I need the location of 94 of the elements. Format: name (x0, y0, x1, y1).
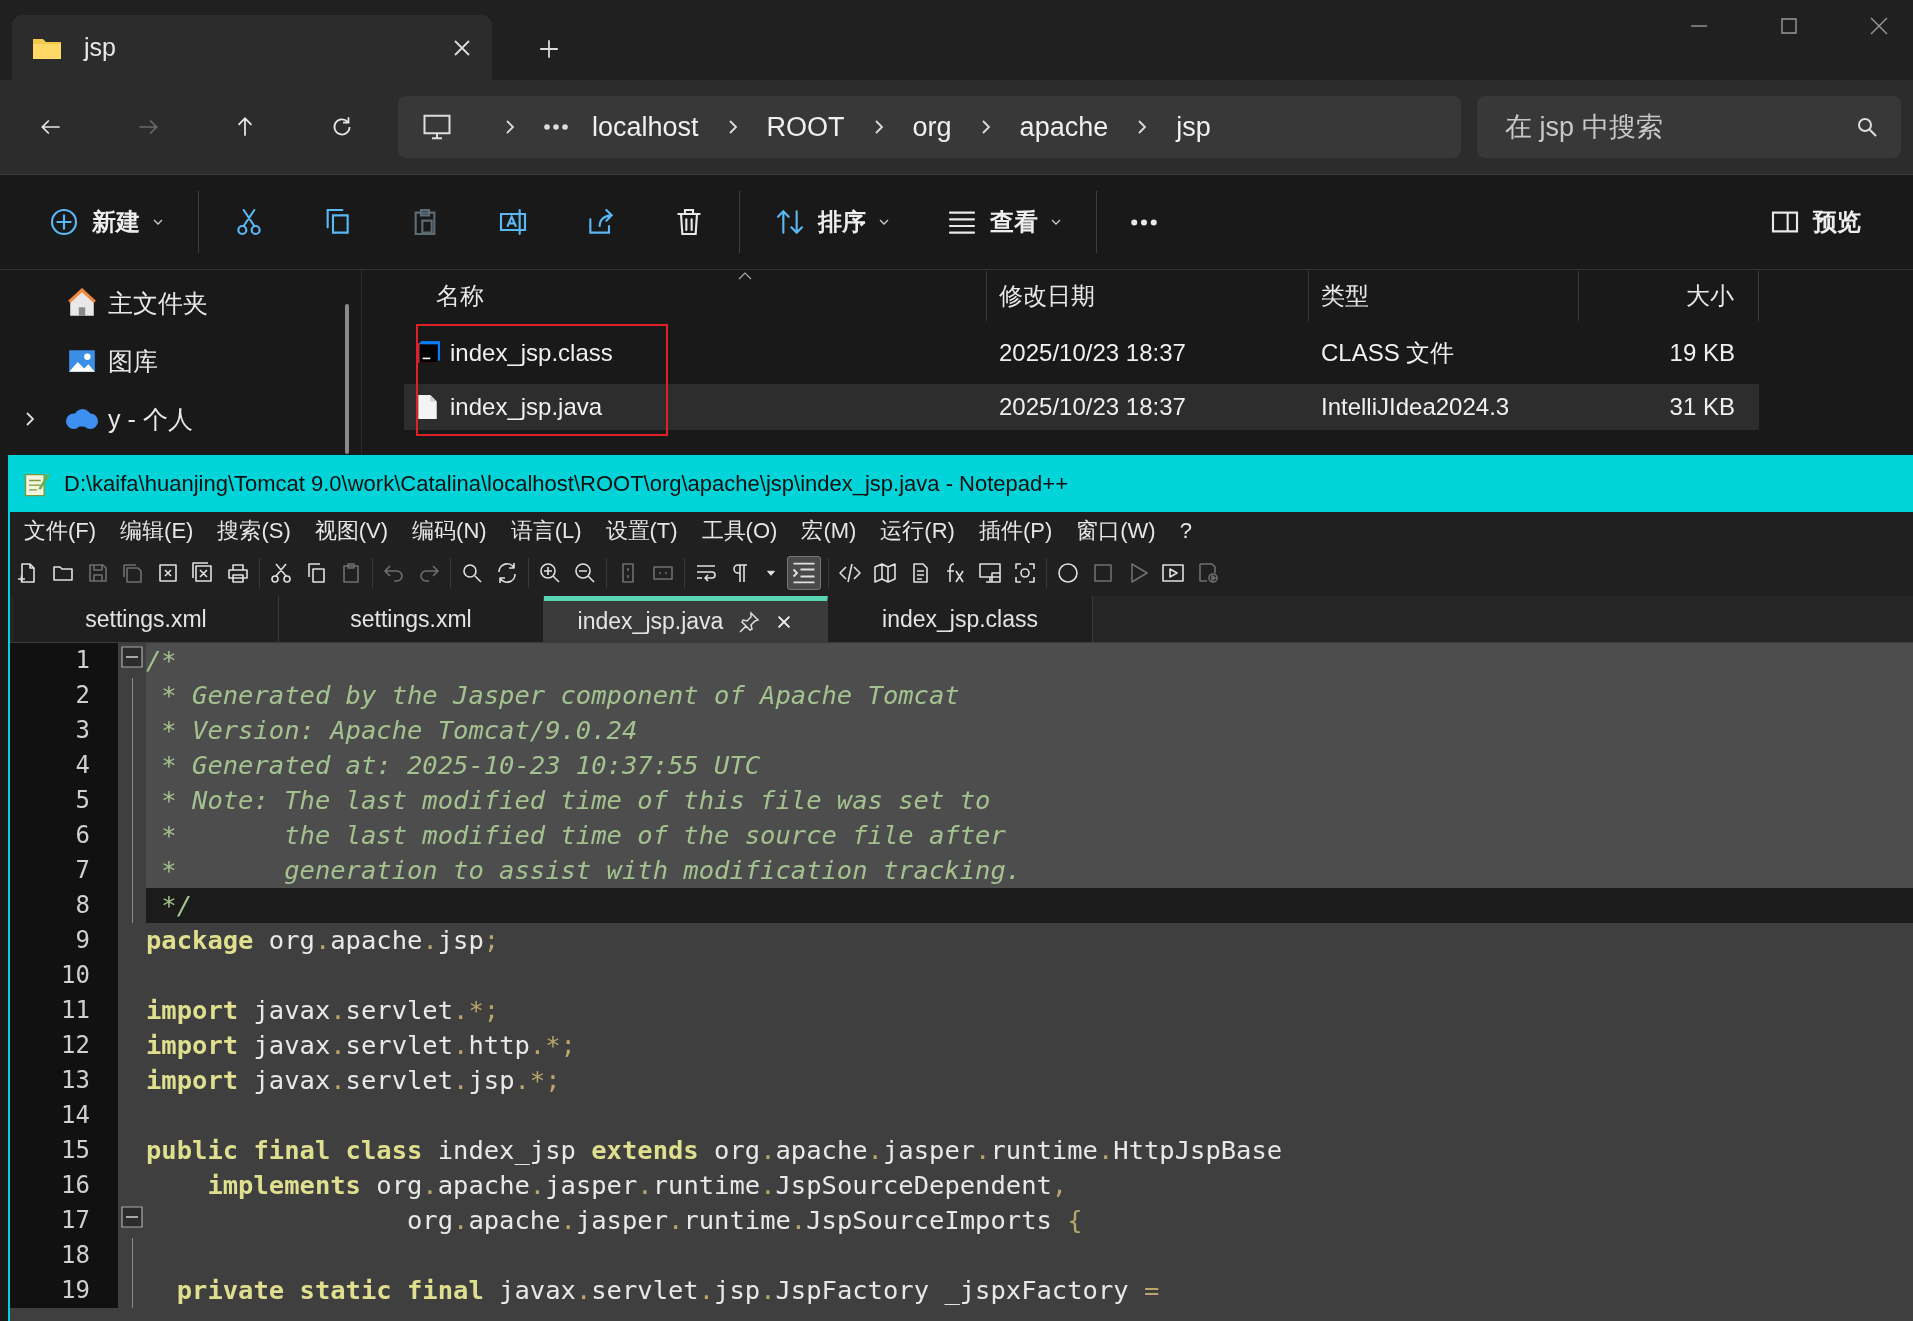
code-line: org.apache.jasper.runtime.JspSourceImports { (406, 1204, 1084, 1237)
menu-item[interactable]: 编码(N) (412, 516, 487, 546)
search-field[interactable]: 在 jsp 中搜索 (1477, 96, 1901, 158)
toolbar-button[interactable]: 预览 (1741, 194, 1889, 250)
new-tab-icon[interactable] (538, 38, 560, 60)
menu-item[interactable]: 窗口(W) (1076, 516, 1156, 546)
code-line: import javax.servlet.jsp.*; (146, 1064, 562, 1097)
menu-item[interactable]: 设置(T) (605, 516, 678, 546)
breadcrumb-item[interactable]: apache (1019, 111, 1109, 143)
file-row[interactable]: index_jsp.java 2025/10/23 18:37 IntelliJIdea2024.3 31 KB (404, 384, 1759, 430)
line-number: 18 (10, 1238, 118, 1273)
file-date: 2025/10/23 18:37 (998, 393, 1187, 421)
file-size: 31 KB (1668, 393, 1736, 421)
toolbar-button[interactable]: 查看 (918, 194, 1090, 250)
menu-item[interactable]: 插件(P) (978, 516, 1053, 546)
column-header[interactable]: 大小 (1579, 271, 1759, 321)
cloud-icon (66, 409, 98, 429)
fold-toggle-icon[interactable] (121, 646, 143, 668)
sidebar-item[interactable]: y - 个人 (0, 390, 361, 448)
menu-item[interactable]: 运行(R) (880, 516, 955, 546)
maximize-icon[interactable] (1779, 16, 1799, 36)
file-tab[interactable]: settings.xml (279, 596, 544, 642)
pin-icon[interactable] (737, 609, 762, 634)
caret-icon (878, 218, 890, 226)
line-number: 14 (10, 1098, 118, 1133)
breadcrumb-item[interactable]: jsp (1176, 111, 1211, 143)
indent-guide-icon[interactable] (787, 556, 821, 590)
line-number: 8 (10, 888, 118, 923)
breadcrumb-item[interactable]: localhost (592, 111, 699, 143)
caret-icon (1050, 218, 1062, 226)
more-icon (1131, 218, 1157, 226)
column-header[interactable]: 类型 (1309, 271, 1579, 321)
rename-icon (497, 206, 529, 238)
line-number: 1 (10, 643, 118, 678)
menu-item[interactable]: ? (1179, 518, 1192, 544)
code-line: import javax.servlet.http.*; (146, 1029, 577, 1062)
code-line: public final class index_jsp extends org.apache.jasper.runtime.HttpJspBase (146, 1134, 1284, 1167)
line-number: 10 (10, 958, 118, 993)
menu-item[interactable]: 语言(L) (510, 516, 582, 546)
line-number: 11 (10, 993, 118, 1028)
line-number: 13 (10, 1063, 118, 1098)
line-number: 2 (10, 678, 118, 713)
menu-item[interactable]: 编辑(E) (120, 516, 194, 546)
file-size: 19 KB (1668, 339, 1736, 367)
menu-item[interactable]: 视图(V) (314, 516, 389, 546)
line-number: 5 (10, 783, 118, 818)
file-tab[interactable]: index_jsp.class (828, 596, 1093, 642)
menu-item[interactable]: 宏(M) (801, 516, 857, 546)
toolbar-button[interactable]: 排序 (746, 194, 918, 250)
close-icon[interactable] (1869, 16, 1889, 36)
search-icon (1855, 115, 1879, 139)
column-header[interactable]: 名称 (404, 271, 987, 321)
file-name: index_jsp.java (450, 393, 603, 421)
menu-item[interactable]: 工具(O) (701, 516, 778, 546)
line-number: 3 (10, 713, 118, 748)
caret-icon (152, 218, 164, 226)
sort-indicator-icon (738, 272, 752, 280)
file-name: index_jsp.class (450, 339, 613, 367)
tab-title: jsp (84, 33, 117, 62)
line-number: 7 (10, 853, 118, 888)
line-number: 16 (10, 1168, 118, 1203)
menu-item[interactable]: 搜索(S) (217, 516, 291, 546)
more-icon[interactable] (544, 123, 568, 131)
code-line: package org.apache.jsp; (146, 924, 501, 957)
house-icon (66, 288, 98, 318)
line-number: 15 (10, 1133, 118, 1168)
toolbar-button[interactable]: 新建 (20, 194, 192, 250)
code-line: import javax.servlet.*; (146, 994, 501, 1027)
breadcrumb-item[interactable]: ROOT (766, 111, 845, 143)
fold-toggle-icon[interactable] (121, 1206, 143, 1228)
window-title: D:\kaifa\huanjing\Tomcat 9.0\work\Catalina\localhost\ROOT\org\apache\jsp\index_jsp.java - Notepad++ (64, 470, 1068, 497)
explorer-tab[interactable]: jsp (12, 15, 492, 80)
file-date: 2025/10/23 18:37 (998, 339, 1187, 367)
sidebar-item[interactable]: 主文件夹 (0, 274, 361, 332)
code-line: private static final javax.servlet.jsp.JspFactory _jspxFactory = (175, 1274, 1161, 1307)
address-bar[interactable]: localhost ROOT org apache jsp (398, 96, 1461, 158)
file-row[interactable]: index_jsp.class 2025/10/23 18:37 CLASS 文件 19 KB (404, 330, 1759, 376)
line-number: 4 (10, 748, 118, 783)
column-header[interactable]: 修改日期 (987, 271, 1309, 321)
close-icon[interactable] (452, 37, 472, 58)
monitor-icon (422, 112, 452, 142)
file-type: CLASS 文件 (1320, 338, 1456, 368)
code-line: implements org.apache.jasper.runtime.JspSourceDependent, (206, 1169, 1069, 1202)
line-number: 17 (10, 1203, 118, 1238)
line-number: 9 (10, 923, 118, 958)
sidebar-item[interactable]: 图库 (0, 332, 361, 390)
menu-item[interactable]: 文件(F) (24, 516, 97, 546)
file-type: IntelliJIdea2024.3 (1320, 393, 1511, 421)
line-number: 12 (10, 1028, 118, 1063)
line-number: 6 (10, 818, 118, 853)
breadcrumb-item[interactable]: org (912, 111, 952, 143)
file-tab[interactable]: settings.xml (14, 596, 279, 642)
file-tab[interactable]: index_jsp.java (544, 596, 828, 642)
line-number: 19 (10, 1273, 118, 1308)
